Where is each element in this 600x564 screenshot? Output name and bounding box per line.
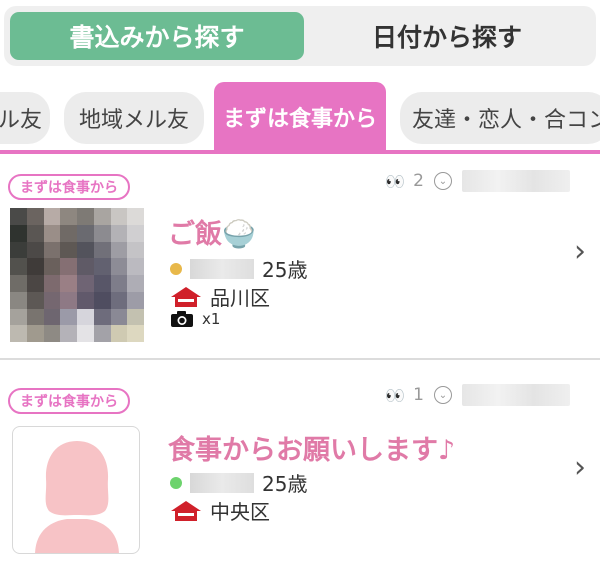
category-tab-bar[interactable]: ル友 地域メル友 まずは食事から 友達・恋人・合コン <box>0 82 600 152</box>
category-badge: まずは食事から <box>8 388 130 414</box>
tab-meal-first[interactable]: まずは食事から <box>214 82 386 152</box>
user-area-row: 中央区 <box>170 496 270 525</box>
post-card[interactable]: まずは食事から 👀 2 ⌄ ご飯🍚 25歳 品川区 x1 › <box>0 154 600 360</box>
post-divider <box>0 358 600 360</box>
post-title[interactable]: ご飯🍚 <box>168 212 256 251</box>
pixelated-photo <box>10 208 144 342</box>
view-count: 1 <box>413 385 424 405</box>
default-avatar[interactable] <box>12 426 140 554</box>
username-redacted <box>190 258 254 279</box>
user-area-row: 品川区 <box>170 282 270 311</box>
username-redacted <box>190 472 254 493</box>
post-meta: 👀 1 ⌄ <box>385 382 570 408</box>
post-date-redacted <box>462 384 570 406</box>
category-badge: まずは食事から <box>8 174 130 200</box>
tab-friends-lovers-mixer[interactable]: 友達・恋人・合コン <box>400 92 600 144</box>
chevron-right-icon[interactable]: › <box>574 450 586 485</box>
post-title[interactable]: 食事からお願いします♪ <box>168 428 455 467</box>
eyes-icon: 👀 <box>385 385 405 405</box>
avatar-silhouette-icon <box>35 441 119 553</box>
chevron-down-circle-icon: ⌄ <box>434 386 452 404</box>
user-age: 25歳 <box>262 258 308 282</box>
user-age-row: 25歳 <box>170 254 307 283</box>
house-icon <box>171 500 201 521</box>
tab-meru-tomo[interactable]: ル友 <box>0 92 50 144</box>
status-dot-icon <box>170 262 182 275</box>
camera-icon <box>171 311 193 327</box>
post-date-redacted <box>462 170 570 192</box>
search-mode-toggle: 書込みから探す 日付から探す <box>4 6 596 66</box>
house-icon <box>171 286 201 307</box>
chevron-right-icon[interactable]: › <box>574 234 586 269</box>
search-by-post-button[interactable]: 書込みから探す <box>10 12 304 60</box>
status-dot-icon <box>170 476 182 489</box>
photo-count: x1 <box>202 310 221 328</box>
user-age-row: 25歳 <box>170 468 307 497</box>
photo-count-row: x1 <box>170 310 220 328</box>
view-count: 2 <box>413 171 424 191</box>
user-photo-thumbnail[interactable] <box>10 208 144 342</box>
search-by-date-button[interactable]: 日付から探す <box>304 12 590 60</box>
user-area: 品川区 <box>210 286 270 310</box>
eyes-icon: 👀 <box>385 171 405 191</box>
user-age: 25歳 <box>262 472 308 496</box>
tab-regional-meru-tomo[interactable]: 地域メル友 <box>64 92 204 144</box>
post-meta: 👀 2 ⌄ <box>385 168 570 194</box>
board-screen: 書込みから探す 日付から探す ル友 地域メル友 まずは食事から 友達・恋人・合コ… <box>0 0 600 564</box>
chevron-down-circle-icon: ⌄ <box>434 172 452 190</box>
post-card[interactable]: まずは食事から 👀 1 ⌄ 食事からお願いします♪ 25歳 中央区 › <box>0 362 600 564</box>
user-area: 中央区 <box>210 500 270 524</box>
